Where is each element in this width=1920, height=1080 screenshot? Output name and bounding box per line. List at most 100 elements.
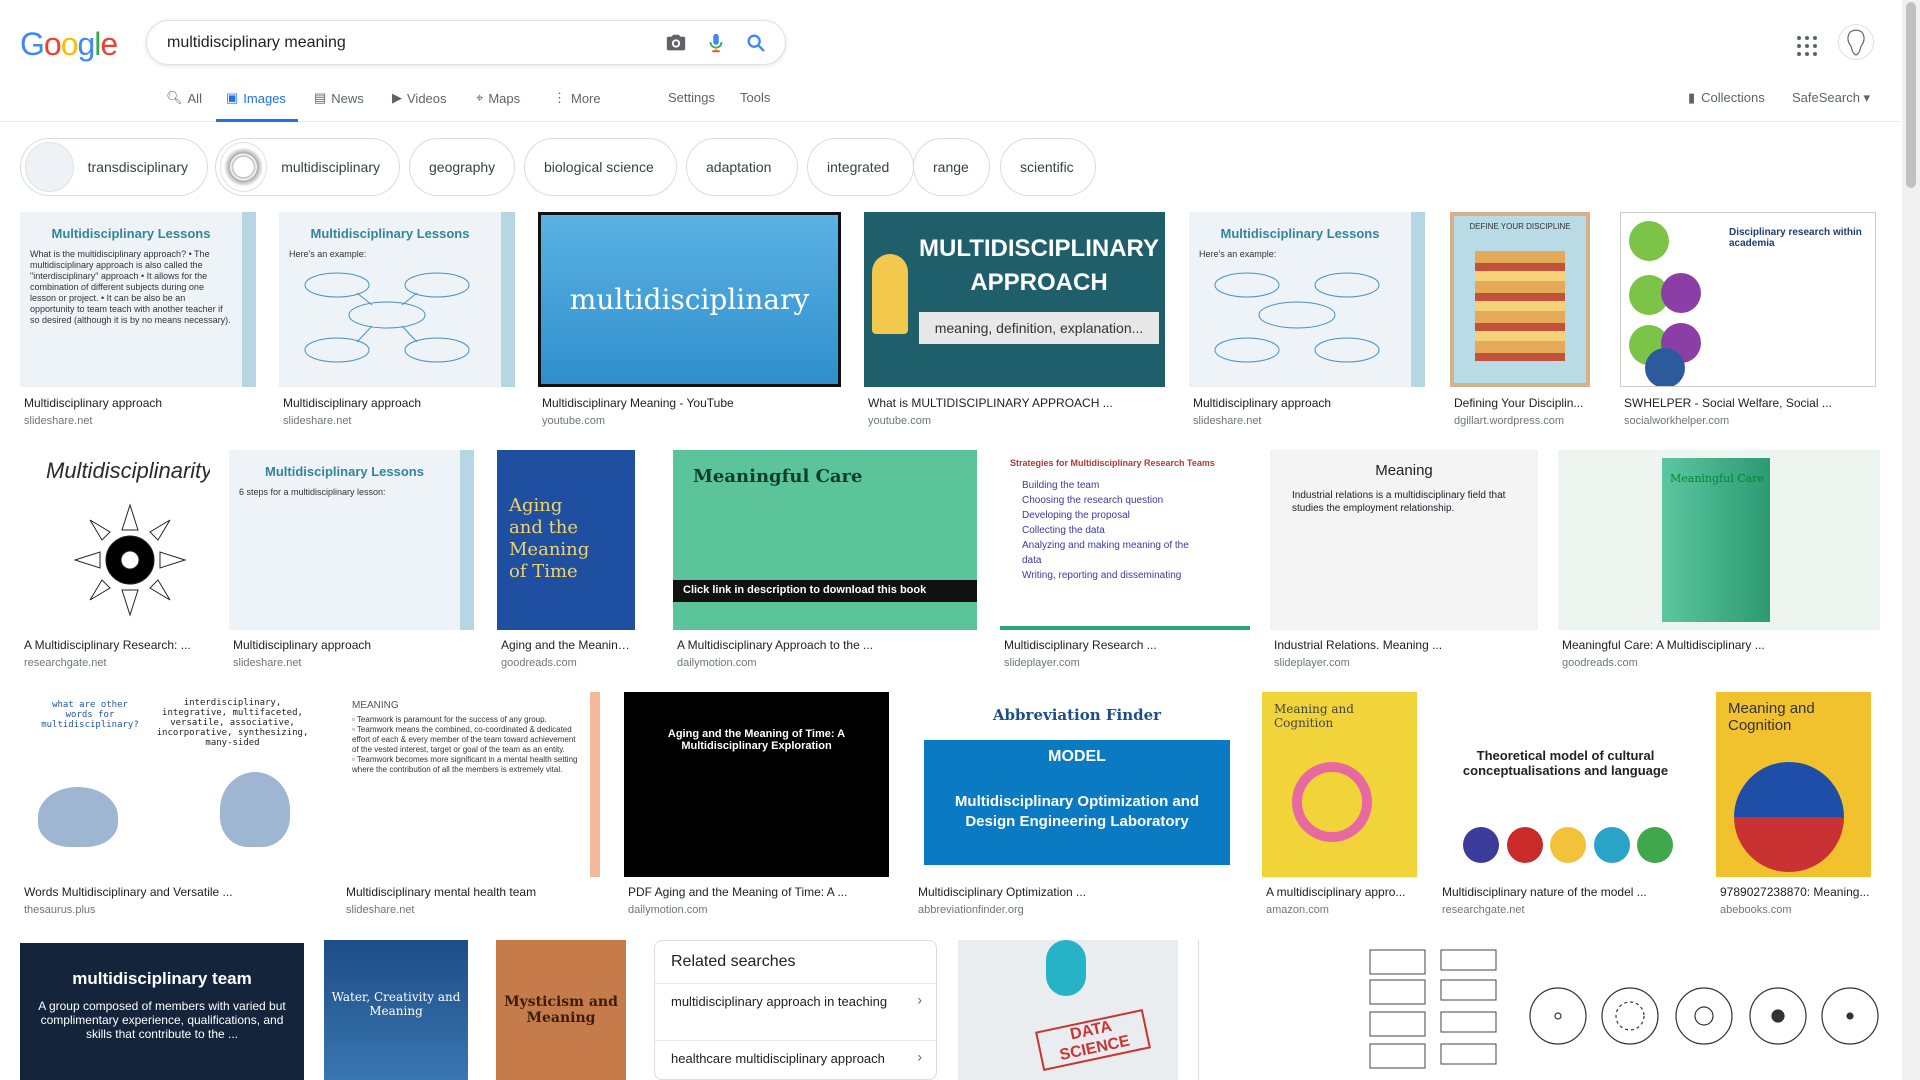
tab-more[interactable]: ⋮ More <box>553 90 601 106</box>
image-result[interactable]: Aging and the Meaning of Time: A Multidi… <box>624 692 889 922</box>
chip-integrated[interactable]: integrated <box>807 138 914 196</box>
image-result[interactable]: Meaning and Cognition 9789027238870: Mea… <box>1716 692 1871 922</box>
related-search-item[interactable]: multidisciplinary approach in teaching › <box>655 983 936 1015</box>
google-logo[interactable]: Google <box>20 26 118 63</box>
related-search-item[interactable]: healthcare multidisciplinary approach › <box>655 1040 936 1072</box>
tab-news[interactable]: ▤ News <box>314 90 364 106</box>
image-result[interactable]: Multidisciplinarity A Multidisciplinary … <box>20 450 210 672</box>
search-input[interactable] <box>167 31 637 55</box>
image-result[interactable]: Meaningful Care Meaningful Care: A Multi… <box>1558 450 1880 672</box>
image-result[interactable]: DEFINE YOUR DISCIPLINE Defining Your Dis… <box>1450 212 1590 432</box>
result-title[interactable]: Multidisciplinary approach <box>233 638 473 652</box>
tab-images[interactable]: ▣ Images <box>216 90 298 122</box>
result-title[interactable]: Multidisciplinary approach <box>1193 396 1423 410</box>
result-title[interactable]: Multidisciplinary Research ... <box>1004 638 1250 652</box>
result-title[interactable]: Aging and the Meaning ... <box>501 638 635 652</box>
chip-label: range <box>933 159 969 175</box>
result-title[interactable]: Multidisciplinary nature of the model ..… <box>1442 885 1692 899</box>
image-result[interactable]: Meaning Industrial relations is a multid… <box>1270 450 1538 672</box>
image-result[interactable]: Strategies for Multidisciplinary Researc… <box>1000 450 1250 672</box>
result-thumbnail: Multidisciplinarity <box>20 450 210 630</box>
thumbnail-heading: Water, Creativity and Meaning <box>331 990 461 1018</box>
chip-scientific[interactable]: scientific <box>1000 138 1096 196</box>
image-result[interactable]: Multidisciplinary Lessons 6 steps for a … <box>229 450 474 672</box>
thumbnail-heading: Strategies for Multidisciplinary Researc… <box>1010 458 1215 468</box>
image-result[interactable]: DATA SCIENCE <box>958 940 1178 1080</box>
settings-link[interactable]: Settings <box>668 90 715 105</box>
result-title[interactable]: What is MULTIDISCIPLINARY APPROACH ... <box>868 396 1163 410</box>
science-circle <box>1645 348 1685 386</box>
result-thumbnail: multidisciplinary team A group composed … <box>20 943 304 1080</box>
search-icon[interactable] <box>745 32 767 54</box>
camera-icon[interactable] <box>665 32 687 54</box>
image-result[interactable]: Abbreviation Finder MODEL Multidisciplin… <box>914 692 1240 922</box>
apps-grid-icon[interactable] <box>1795 34 1819 58</box>
chip-transdisciplinary[interactable]: transdisciplinary <box>20 138 208 196</box>
image-result[interactable]: Multidisciplinary Lessons Here's an exam… <box>1189 212 1425 432</box>
image-result[interactable]: Meaningful Care Click link in descriptio… <box>673 450 977 672</box>
result-title[interactable]: SWHELPER - Social Welfare, Social ... <box>1624 396 1874 410</box>
image-result[interactable]: multidisciplinary Multidisciplinary Mean… <box>538 212 841 432</box>
result-title[interactable]: Words Multidisciplinary and Versatile ..… <box>24 885 320 899</box>
tab-all[interactable]: 🔍︎ All <box>166 90 202 106</box>
result-title[interactable]: Multidisciplinary mental health team <box>346 885 600 899</box>
image-result[interactable]: Meaning and Cognition A multidisciplinar… <box>1262 692 1417 922</box>
collections-label: Collections <box>1701 90 1765 105</box>
result-title[interactable]: Industrial Relations. Meaning ... <box>1274 638 1538 652</box>
microphone-icon[interactable] <box>705 32 727 54</box>
thumbnail-heading: Meaning and Cognition <box>1728 700 1815 734</box>
chip-thumbnail <box>220 142 268 192</box>
thumbnail-heading: what are other words for multidisciplina… <box>41 700 139 730</box>
result-thumbnail: Meaning and Cognition <box>1716 692 1871 877</box>
image-result[interactable]: Mysticism and Meaning <box>496 940 626 1080</box>
tab-maps[interactable]: ⌖ Maps <box>476 90 520 106</box>
image-result[interactable]: Theoretical model of cultural conceptual… <box>1438 692 1693 922</box>
result-title[interactable]: A Multidisciplinary Research: ... <box>24 638 210 652</box>
account-avatar[interactable] <box>1838 24 1874 60</box>
image-result[interactable] <box>1366 940 1506 1080</box>
image-result[interactable]: Multidisciplinary Lessons Here's an exam… <box>279 212 515 432</box>
safesearch-dropdown[interactable]: SafeSearch ▾ <box>1792 90 1870 106</box>
chip-biological-science[interactable]: biological science <box>524 138 677 196</box>
image-result[interactable]: Disciplinary research within academia SW… <box>1620 212 1876 432</box>
collections-link[interactable]: ▮ Collections <box>1688 90 1765 106</box>
result-title[interactable]: 9789027238870: Meaning... <box>1720 885 1870 899</box>
chip-adaptation[interactable]: adaptation <box>686 138 798 196</box>
image-result[interactable] <box>1528 940 1880 1080</box>
tools-link[interactable]: Tools <box>740 90 770 105</box>
scrollbar[interactable] <box>1902 0 1920 1080</box>
thumbnail-heading: Aging and the Meaning of Time: A Multidi… <box>667 728 846 752</box>
result-title[interactable]: A Multidisciplinary Approach to the ... <box>677 638 977 652</box>
image-result[interactable]: what are other words for multidisciplina… <box>20 692 320 922</box>
result-title[interactable]: Multidisciplinary Meaning - YouTube <box>542 396 839 410</box>
search-box[interactable] <box>146 20 786 65</box>
result-title[interactable]: Defining Your Disciplin... <box>1454 396 1590 410</box>
result-source: socialworkhelper.com <box>1624 415 1730 427</box>
image-result[interactable]: Multidisciplinary Lessons What is the mu… <box>20 212 256 432</box>
thumbnail-text: Here's an example: <box>289 249 367 259</box>
result-title[interactable]: Multidisciplinary Optimization ... <box>918 885 1238 899</box>
result-title[interactable]: Multidisciplinary approach <box>24 396 254 410</box>
image-result[interactable]: MEANING ▫ Teamwork is paramount for the … <box>342 692 600 922</box>
chip-label: adaptation <box>706 159 772 175</box>
result-title[interactable]: Multidisciplinary approach <box>283 396 513 410</box>
tab-label: Videos <box>407 90 447 106</box>
image-result[interactable]: Aging and the Meaning of Time Aging and … <box>497 450 635 672</box>
caret-down-icon: ▾ <box>1859 90 1871 105</box>
result-title[interactable]: PDF Aging and the Meaning of Time: A ... <box>628 885 888 899</box>
chevron-right-icon: › <box>917 1048 922 1064</box>
chip-range[interactable]: range <box>913 138 990 196</box>
image-result[interactable]: Water, Creativity and Meaning <box>324 940 468 1080</box>
tab-videos[interactable]: ▶ Videos <box>392 90 447 106</box>
result-title[interactable]: Meaningful Care: A Multidisciplinary ... <box>1562 638 1880 652</box>
image-result[interactable] <box>1198 940 1308 1080</box>
result-thumbnail: Aging and the Meaning of Time <box>497 450 635 630</box>
news-icon: ▤ <box>314 90 327 105</box>
scrollbar-thumb[interactable] <box>1906 2 1916 188</box>
image-result[interactable]: multidisciplinary team A group composed … <box>20 943 304 1080</box>
image-result[interactable]: MULTIDISCIPLINARY APPROACH meaning, defi… <box>864 212 1165 432</box>
chip-geography[interactable]: geography <box>409 138 515 196</box>
result-title[interactable]: A multidisciplinary appro... <box>1266 885 1416 899</box>
chip-multidisciplinary[interactable]: multidisciplinary <box>215 138 400 196</box>
result-thumbnail: DEFINE YOUR DISCIPLINE <box>1450 212 1590 387</box>
